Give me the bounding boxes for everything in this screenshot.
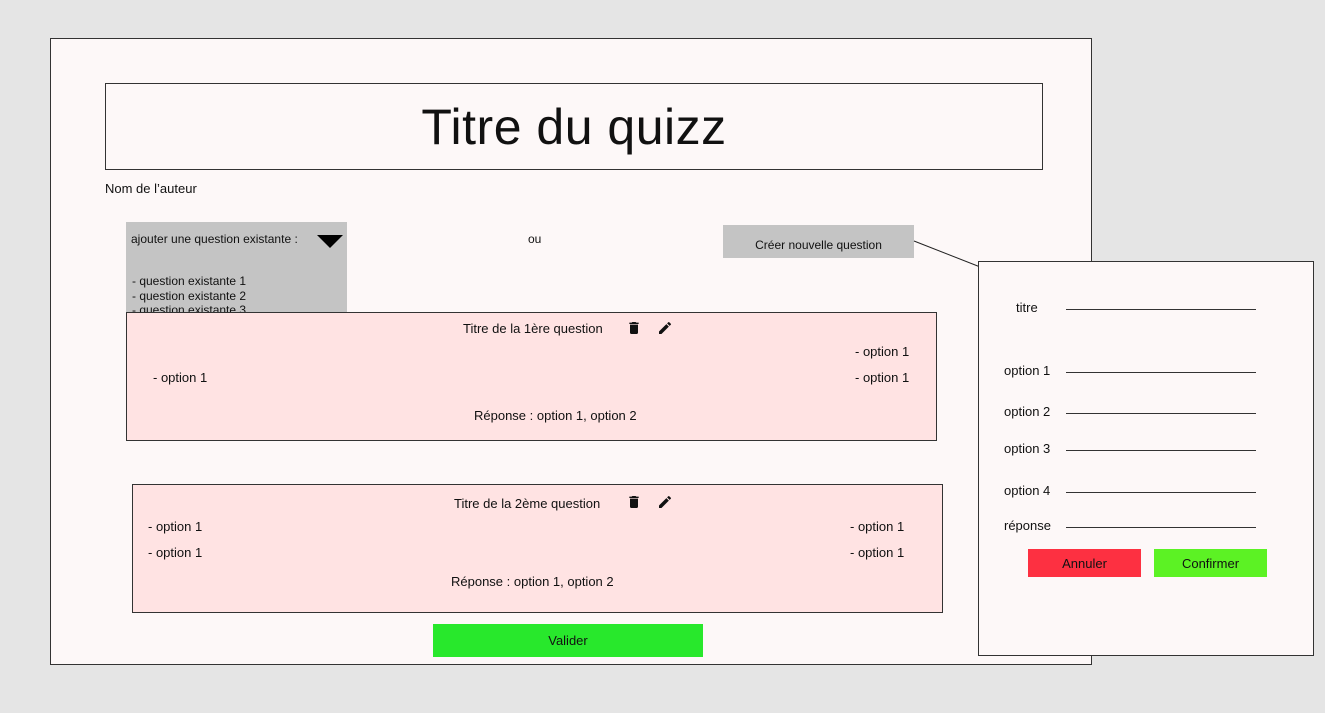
- option-label: - option 1: [855, 370, 910, 385]
- dropdown-label: ajouter une question existante :: [131, 232, 298, 246]
- option-4-field[interactable]: [1066, 492, 1256, 493]
- option-1-field[interactable]: [1066, 372, 1256, 373]
- answer-label: Réponse : option 1, option 2: [474, 408, 637, 423]
- quiz-editor-page: Titre du quizz Nom de l’auteur ajouter u…: [50, 38, 1092, 665]
- field-label: réponse: [1004, 518, 1051, 533]
- trash-icon[interactable]: [626, 320, 642, 336]
- question-title: Titre de la 2ème question: [454, 496, 601, 511]
- pencil-icon[interactable]: [657, 320, 673, 336]
- existing-question-option[interactable]: - question existante 1: [132, 274, 246, 289]
- option-label: - option 1: [850, 545, 905, 560]
- confirm-button[interactable]: Confirmer: [1154, 549, 1267, 577]
- or-label: ou: [528, 232, 542, 246]
- title-field[interactable]: [1066, 309, 1256, 310]
- existing-question-option[interactable]: - question existante 2: [132, 289, 246, 304]
- option-label: - option 1: [153, 370, 208, 385]
- author-name[interactable]: Nom de l’auteur: [105, 181, 197, 196]
- field-label: titre: [1016, 300, 1038, 315]
- field-label: option 2: [1004, 404, 1051, 419]
- option-label: - option 1: [148, 545, 203, 560]
- answer-field[interactable]: [1066, 527, 1256, 528]
- trash-icon[interactable]: [626, 494, 642, 510]
- quiz-title: Titre du quizz: [421, 98, 727, 155]
- field-label: option 3: [1004, 441, 1051, 456]
- new-question-form: titre option 1 option 2 option 3 option …: [978, 261, 1314, 656]
- option-label: - option 1: [855, 344, 910, 359]
- question-card: Titre de la 2ème question - option 1 - o…: [132, 484, 943, 613]
- pencil-icon[interactable]: [657, 494, 673, 510]
- option-3-field[interactable]: [1066, 450, 1256, 451]
- option-label: - option 1: [850, 519, 905, 534]
- answer-label: Réponse : option 1, option 2: [451, 574, 614, 589]
- field-label: option 4: [1004, 483, 1051, 498]
- question-title: Titre de la 1ère question: [463, 321, 603, 336]
- chevron-down-icon[interactable]: [317, 235, 343, 248]
- field-label: option 1: [1004, 363, 1051, 378]
- option-2-field[interactable]: [1066, 413, 1256, 414]
- quiz-title-box[interactable]: Titre du quizz: [105, 83, 1043, 170]
- validate-button[interactable]: Valider: [433, 624, 703, 657]
- option-label: - option 1: [148, 519, 203, 534]
- cancel-button[interactable]: Annuler: [1028, 549, 1141, 577]
- question-card: Titre de la 1ère question - option 1 - o…: [126, 312, 937, 441]
- create-question-button[interactable]: Créer nouvelle question: [723, 225, 914, 258]
